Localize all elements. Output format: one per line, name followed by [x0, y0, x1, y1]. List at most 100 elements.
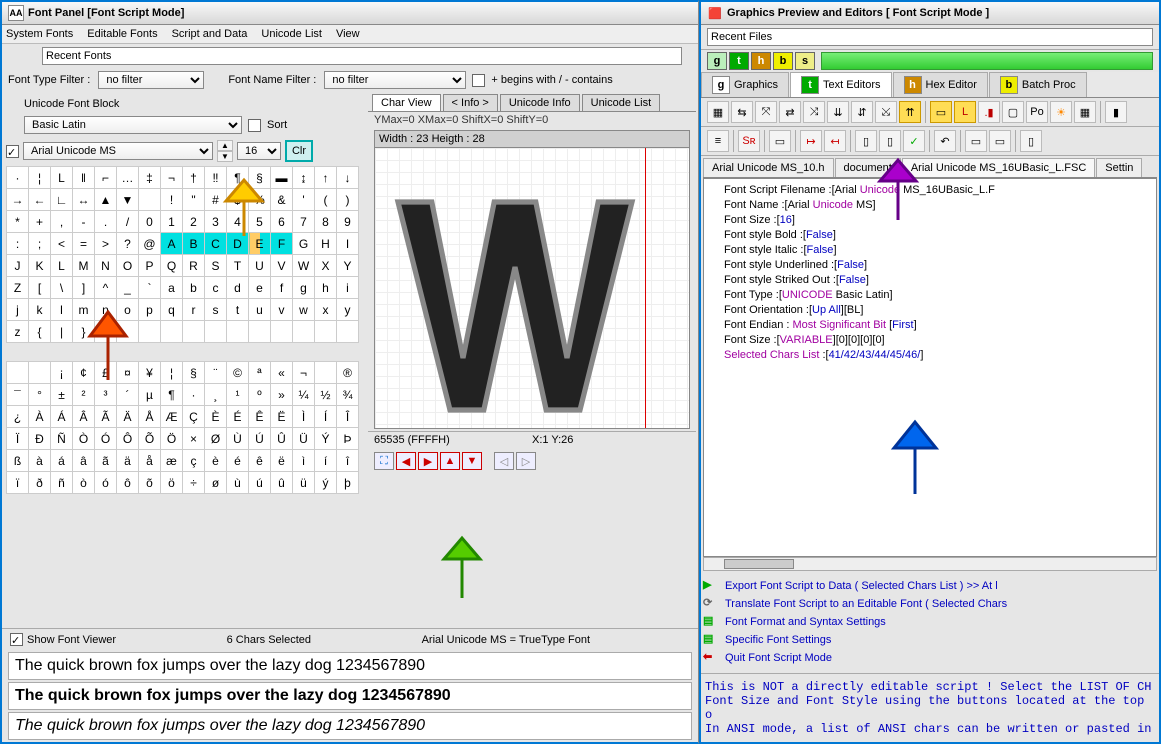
char-cell[interactable] — [271, 321, 293, 343]
char-cell[interactable]: } — [73, 321, 95, 343]
char-cell[interactable]: K — [29, 255, 51, 277]
char-cell[interactable]: · — [7, 167, 29, 189]
char-cell[interactable]: / — [117, 211, 139, 233]
char-cell[interactable]: ì — [293, 450, 315, 472]
char-cell[interactable]: ⌐ — [95, 167, 117, 189]
char-cell[interactable]: ↑ — [315, 167, 337, 189]
char-cell[interactable]: < — [51, 233, 73, 255]
char-cell[interactable]: T — [227, 255, 249, 277]
sq-g[interactable]: g — [707, 52, 727, 70]
char-cell[interactable]: ~ — [95, 321, 117, 343]
char-cell[interactable]: Â — [73, 406, 95, 428]
char-cell[interactable]: . — [95, 211, 117, 233]
char-cell[interactable]: - — [73, 211, 95, 233]
char-cell[interactable]: g — [293, 277, 315, 299]
char-cell[interactable]: Ë — [271, 406, 293, 428]
char-cell[interactable]: ñ — [51, 472, 73, 494]
char-cell[interactable]: Ê — [249, 406, 271, 428]
char-cell[interactable]: Æ — [161, 406, 183, 428]
char-cell[interactable]: ¾ — [337, 384, 359, 406]
char-cell[interactable]: L — [51, 167, 73, 189]
char-cell[interactable] — [183, 321, 205, 343]
char-cell[interactable]: o — [117, 299, 139, 321]
char-cell[interactable]: Ñ — [51, 428, 73, 450]
char-cell[interactable]: ï — [7, 472, 29, 494]
char-cell[interactable]: ¡ — [51, 362, 73, 384]
char-grid[interactable]: ·¦L‖⌐…‡¬†‼¶§▬↨↑↓→←∟↔▲▼!"#$%&'()*+,-./012… — [6, 166, 359, 343]
char-cell[interactable]: 7 — [293, 211, 315, 233]
font-down[interactable]: ▼ — [217, 151, 233, 162]
char-cell[interactable]: 0 — [139, 211, 161, 233]
char-cell[interactable]: £ — [95, 362, 117, 384]
char-cell[interactable]: : — [7, 233, 29, 255]
tab-unicode-info[interactable]: Unicode Info — [500, 94, 580, 111]
tool-menu-icon[interactable]: ≡ — [707, 130, 729, 152]
char-cell[interactable] — [117, 321, 139, 343]
char-cell[interactable]: W — [293, 255, 315, 277]
tool-up-active[interactable]: ⇈ — [899, 101, 921, 123]
char-cell[interactable]: n — [95, 299, 117, 321]
char-cell[interactable]: ‡ — [139, 167, 161, 189]
char-cell[interactable]: à — [29, 450, 51, 472]
tool-mark1[interactable]: ▯ — [855, 130, 877, 152]
char-cell[interactable]: \ — [51, 277, 73, 299]
char-cell[interactable]: ‼ — [205, 167, 227, 189]
nav-up[interactable]: ▲ — [440, 452, 460, 470]
menu-editable-fonts[interactable]: Editable Fonts — [87, 28, 157, 40]
tool-p2[interactable]: ▭ — [989, 130, 1011, 152]
char-cell[interactable]: í — [315, 450, 337, 472]
char-cell[interactable]: Û — [271, 428, 293, 450]
sq-b[interactable]: b — [773, 52, 793, 70]
char-cell[interactable]: S — [205, 255, 227, 277]
tab-char-view[interactable]: Char View — [372, 94, 441, 111]
char-cell[interactable]: È — [205, 406, 227, 428]
hscroll[interactable] — [703, 557, 1157, 571]
char-cell[interactable]: + — [29, 211, 51, 233]
char-cell[interactable]: § — [249, 167, 271, 189]
char-cell[interactable]: ª — [249, 362, 271, 384]
char-cell[interactable]: I — [337, 233, 359, 255]
char-cell[interactable]: Q — [161, 255, 183, 277]
char-cell[interactable]: Á — [51, 406, 73, 428]
char-cell[interactable]: é — [227, 450, 249, 472]
char-cell[interactable]: ↨ — [293, 167, 315, 189]
char-cell[interactable]: # — [205, 189, 227, 211]
char-cell[interactable]: _ — [117, 277, 139, 299]
char-cell[interactable]: Þ — [337, 428, 359, 450]
char-cell[interactable]: 6 — [271, 211, 293, 233]
char-cell[interactable]: l — [51, 299, 73, 321]
char-cell[interactable]: ³ — [95, 384, 117, 406]
char-cell[interactable]: … — [117, 167, 139, 189]
char-cell[interactable]: B — [183, 233, 205, 255]
char-cell[interactable]: b — [183, 277, 205, 299]
char-cell[interactable]: ± — [51, 384, 73, 406]
char-cell[interactable]: U — [249, 255, 271, 277]
link-item[interactable]: ⟳Translate Font Script to an Editable Fo… — [703, 595, 1157, 613]
char-cell[interactable]: Y — [337, 255, 359, 277]
begins-contains-check[interactable] — [472, 74, 485, 87]
char-cell[interactable]: ^ — [95, 277, 117, 299]
char-cell[interactable]: $ — [227, 189, 249, 211]
char-cell[interactable]: y — [337, 299, 359, 321]
char-cell[interactable]: ! — [161, 189, 183, 211]
char-cell[interactable]: æ — [161, 450, 183, 472]
char-cell[interactable]: 2 — [183, 211, 205, 233]
char-cell[interactable]: ø — [205, 472, 227, 494]
char-cell[interactable]: ð — [29, 472, 51, 494]
menu-view[interactable]: View — [336, 28, 360, 40]
char-cell[interactable]: ¯ — [7, 384, 29, 406]
char-cell[interactable] — [315, 321, 337, 343]
char-cell[interactable]: { — [29, 321, 51, 343]
char-cell[interactable]: ê — [249, 450, 271, 472]
char-cell[interactable]: @ — [139, 233, 161, 255]
char-cell[interactable]: Ç — [183, 406, 205, 428]
char-cell[interactable]: ½ — [315, 384, 337, 406]
char-cell[interactable] — [293, 321, 315, 343]
char-cell[interactable]: ë — [271, 450, 293, 472]
char-cell[interactable]: · — [183, 384, 205, 406]
font-type-filter-select[interactable]: no filter — [98, 71, 204, 89]
char-cell[interactable]: c — [205, 277, 227, 299]
char-cell[interactable]: Å — [139, 406, 161, 428]
sq-t[interactable]: t — [729, 52, 749, 70]
menu-system-fonts[interactable]: System Fonts — [6, 28, 73, 40]
